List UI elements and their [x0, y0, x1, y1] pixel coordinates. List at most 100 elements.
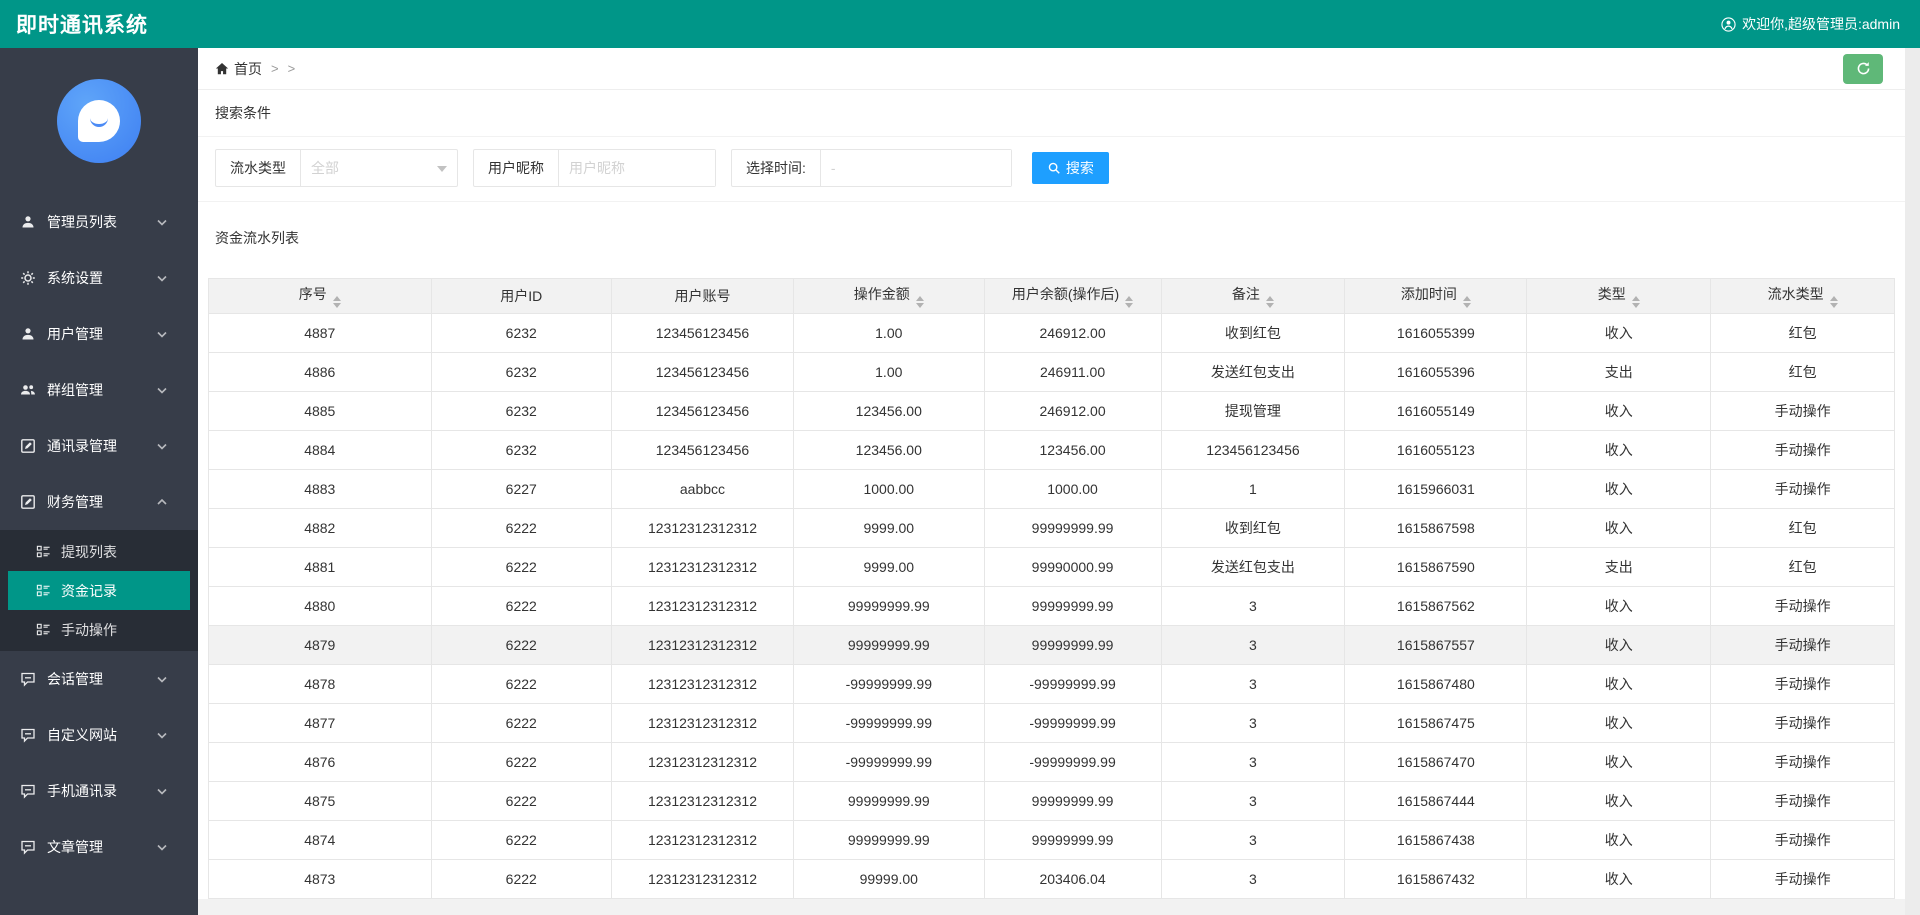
table-row[interactable]: 4882 6222 12312312312312 9999.00 99999999.99… — [208, 508, 1895, 548]
sort-desc-icon[interactable] — [1125, 303, 1134, 308]
fund-records-table: 序号 用户ID 用户账号 操作金额 用户余额(操作后) 备注 添加时间 类型 流水类型 4887 6… — [208, 278, 1895, 899]
flow-type-select[interactable]: 全部 — [301, 150, 457, 186]
sidebar-subitem-fund-records[interactable]: 资金记录 — [8, 571, 190, 610]
table-cell: 3 — [1160, 664, 1346, 704]
table-cell: 99999.00 — [793, 859, 985, 899]
table-row[interactable]: 4878 6222 12312312312312 -99999999.99 -99999… — [208, 664, 1895, 704]
sidebar-item-group-management[interactable]: 群组管理 — [0, 362, 198, 418]
sidebar-item-label: 手机通讯录 — [47, 783, 117, 799]
table-cell: 12312312312312 — [610, 859, 795, 899]
table-row[interactable]: 4879 6222 12312312312312 99999999.99 9999999… — [208, 625, 1895, 665]
table-row[interactable]: 4883 6227 aabbcc 1000.00 1000.00 1 1615966031 收… — [208, 469, 1895, 509]
table-cell: 99999999.99 — [983, 820, 1162, 860]
sort-icon[interactable] — [332, 296, 341, 308]
sort-asc-icon[interactable] — [1125, 296, 1134, 301]
column-header-label: 流水类型 — [1767, 286, 1824, 302]
sidebar-item-session-management[interactable]: 会话管理 — [0, 651, 198, 707]
breadcrumb: 首页 > > — [215, 59, 295, 79]
column-header[interactable]: 类型 — [1526, 278, 1712, 314]
sort-desc-icon[interactable] — [332, 303, 341, 308]
table-cell: 手动操作 — [1710, 391, 1895, 431]
sort-icon[interactable] — [1829, 296, 1838, 308]
table-row[interactable]: 4881 6222 12312312312312 9999.00 99990000.99… — [208, 547, 1895, 587]
sort-desc-icon[interactable] — [915, 303, 924, 308]
sort-asc-icon[interactable] — [332, 296, 341, 301]
table-cell: 4875 — [208, 781, 432, 821]
sidebar-item-finance-management[interactable]: 财务管理 — [0, 474, 198, 530]
table-row[interactable]: 4884 6232 123456123456 123456.00 123456.00 12… — [208, 430, 1895, 470]
table-cell: 99990000.99 — [983, 547, 1162, 587]
sidebar-subitem-withdraw-list[interactable]: 提现列表 — [8, 532, 190, 571]
sidebar-subitem-label: 资金记录 — [61, 582, 117, 599]
table-cell: 6222 — [430, 625, 612, 665]
sort-icon[interactable] — [1125, 296, 1134, 308]
column-header[interactable]: 序号 — [208, 278, 432, 314]
column-header[interactable]: 流水类型 — [1710, 278, 1895, 314]
refresh-button[interactable] — [1843, 53, 1883, 84]
chevron-down-icon — [154, 270, 170, 286]
search-panel-title: 搜索条件 — [198, 90, 1905, 137]
sidebar-item-label: 管理员列表 — [47, 214, 117, 230]
flow-type-value: 全部 — [311, 160, 339, 176]
table-cell: 123456123456 — [1160, 430, 1346, 470]
table-row[interactable]: 4887 6232 123456123456 1.00 246912.00 收到红包 161… — [208, 313, 1895, 353]
sidebar-item-admin-list[interactable]: 管理员列表 — [0, 194, 198, 250]
sort-asc-icon[interactable] — [1829, 296, 1838, 301]
home-icon — [215, 62, 229, 76]
sort-icon[interactable] — [1462, 296, 1471, 308]
sort-icon[interactable] — [1265, 296, 1274, 308]
table-cell: 3 — [1160, 703, 1346, 743]
column-header[interactable]: 用户余额(操作后) — [983, 278, 1162, 314]
sort-desc-icon[interactable] — [1265, 303, 1274, 308]
time-range-input[interactable] — [820, 150, 1011, 186]
sidebar-item-custom-website[interactable]: 自定义网站 — [0, 707, 198, 763]
table-row[interactable]: 4880 6222 12312312312312 99999999.99 9999999… — [208, 586, 1895, 626]
sidebar-item-phone-contacts[interactable]: 手机通讯录 — [0, 763, 198, 819]
breadcrumb-home[interactable]: 首页 — [215, 59, 262, 79]
column-header[interactable]: 备注 — [1160, 278, 1346, 314]
nickname-input[interactable] — [559, 150, 715, 186]
table-wrap: 序号 用户ID 用户账号 操作金额 用户余额(操作后) 备注 添加时间 类型 流水类型 4887 6… — [208, 278, 1895, 899]
table-row[interactable]: 4873 6222 12312312312312 99999.00 203406.04 3… — [208, 859, 1895, 899]
app-title: 即时通讯系统 — [16, 14, 148, 37]
sort-icon[interactable] — [1631, 296, 1640, 308]
table-cell: 收入 — [1526, 469, 1712, 509]
sort-desc-icon[interactable] — [1631, 303, 1640, 308]
chevron-down-icon — [154, 839, 170, 855]
table-cell: 123456123456 — [610, 430, 795, 470]
sidebar-item-system-settings[interactable]: 系统设置 — [0, 250, 198, 306]
table-cell: 99999999.99 — [983, 508, 1162, 548]
table-row[interactable]: 4876 6222 12312312312312 -99999999.99 -99999… — [208, 742, 1895, 782]
sort-asc-icon[interactable] — [915, 296, 924, 301]
table-row[interactable]: 4874 6222 12312312312312 99999999.99 9999999… — [208, 820, 1895, 860]
table-cell: 1615867590 — [1344, 547, 1528, 587]
scrollbar-track[interactable] — [1905, 48, 1920, 915]
table-cell: 4883 — [208, 469, 432, 509]
sort-desc-icon[interactable] — [1829, 303, 1838, 308]
column-header[interactable]: 添加时间 — [1344, 278, 1528, 314]
table-cell: 4887 — [208, 313, 432, 353]
table-row[interactable]: 4877 6222 12312312312312 -99999999.99 -99999… — [208, 703, 1895, 743]
table-cell: 1616055123 — [1344, 430, 1528, 470]
search-button[interactable]: 搜索 — [1031, 152, 1109, 184]
comment-icon — [20, 839, 36, 855]
sidebar-item-user-management[interactable]: 用户管理 — [0, 306, 198, 362]
sort-desc-icon[interactable] — [1462, 303, 1471, 308]
sort-asc-icon[interactable] — [1631, 296, 1640, 301]
sidebar-item-contacts-management[interactable]: 通讯录管理 — [0, 418, 198, 474]
table-cell: 手动操作 — [1710, 664, 1895, 704]
column-header[interactable]: 操作金额 — [793, 278, 985, 314]
table-cell: 6222 — [430, 547, 612, 587]
sort-asc-icon[interactable] — [1265, 296, 1274, 301]
sidebar-item-article-management[interactable]: 文章管理 — [0, 819, 198, 875]
table-row[interactable]: 4875 6222 12312312312312 99999999.99 9999999… — [208, 781, 1895, 821]
table-row[interactable]: 4885 6232 123456123456 123456.00 246912.00 提现… — [208, 391, 1895, 431]
sort-icon[interactable] — [915, 296, 924, 308]
column-header: 用户账号 — [610, 278, 795, 314]
table-cell: 3 — [1160, 781, 1346, 821]
table-cell: 6232 — [430, 313, 612, 353]
sort-asc-icon[interactable] — [1462, 296, 1471, 301]
table-row[interactable]: 4886 6232 123456123456 1.00 246911.00 发送红包支出 1… — [208, 352, 1895, 392]
table-cell: 1615867470 — [1344, 742, 1528, 782]
sidebar-subitem-manual-operation[interactable]: 手动操作 — [8, 610, 190, 649]
